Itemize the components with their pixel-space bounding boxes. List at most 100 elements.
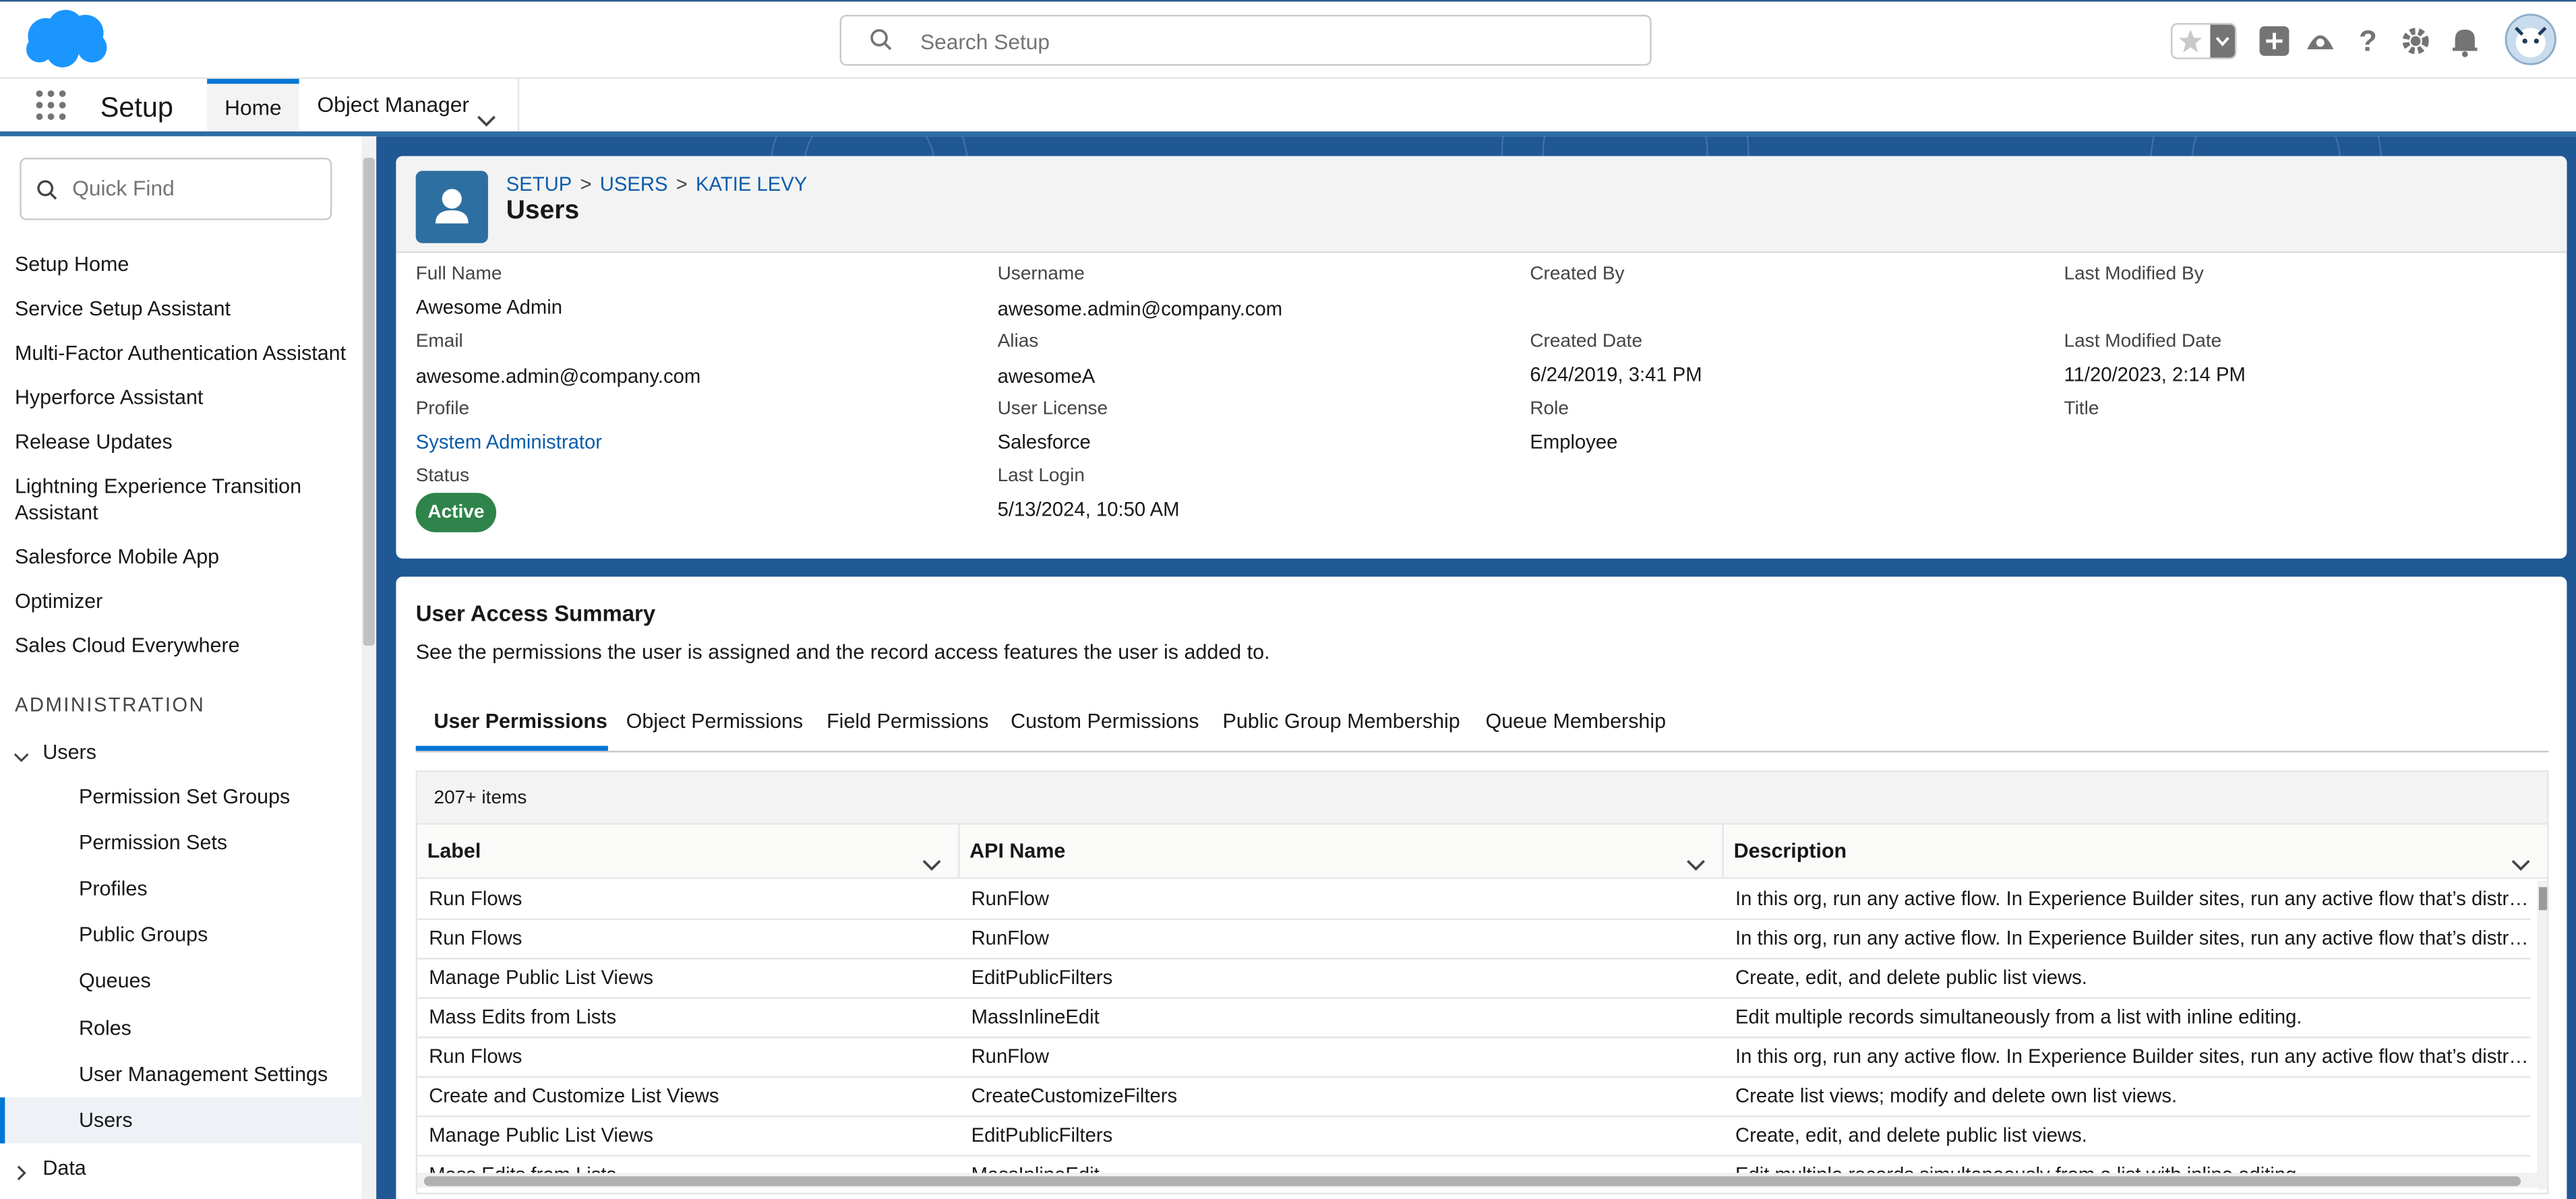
column-header-description[interactable]: Description [1724,825,2547,878]
tab-queue-membership[interactable]: Queue Membership [1486,710,1667,733]
permissions-table: 207+ items Label API Name Description Ru… [415,770,2549,1195]
sidebar-item-selected-highlight [0,1097,362,1144]
breadcrumb: SETUP > USERS > KATIE LEVY [506,173,808,195]
sidebar-item-lightning-transition-assistant[interactable]: Lightning Experience Transition Assistan… [15,473,311,526]
table-row[interactable]: Manage Public List Views EditPublicFilte… [417,958,2531,999]
sidebar-item-users[interactable]: Users [79,1109,133,1132]
sidebar-item-mfa-assistant[interactable]: Multi-Factor Authentication Assistant [15,340,352,367]
column-header-label-text: Label [427,839,481,863]
gear-icon[interactable] [2399,25,2432,58]
app-nav-bar: Setup Home Object Manager [0,79,2576,137]
sidebar-item-queues[interactable]: Queues [79,969,151,992]
help-icon[interactable]: ? [2352,25,2385,58]
search-input[interactable] [917,23,1630,61]
quick-find-box[interactable] [20,158,332,220]
cell-label: Run Flows [429,1045,522,1068]
tab-home-label: Home [224,95,282,120]
table-row[interactable]: Run Flows RunFlow In this org, run any a… [417,919,2531,960]
last-login-label: Last Login [997,466,1085,487]
cell-label: Create and Customize List Views [429,1084,719,1107]
search-icon [36,179,58,209]
bell-icon[interactable] [2449,25,2482,58]
profile-label: Profile [415,399,470,419]
breadcrumb-users[interactable]: USERS [600,173,668,195]
sidebar-item-roles[interactable]: Roles [79,1017,131,1040]
sidebar-item-service-setup-assistant[interactable]: Service Setup Assistant [15,296,352,322]
cell-description: Edit multiple records simultaneously fro… [1735,1005,2302,1028]
tab-object-manager[interactable]: Object Manager [299,79,520,131]
sidebar-item-salesforce-mobile-app[interactable]: Salesforce Mobile App [15,544,352,570]
column-header-api-name[interactable]: API Name [960,824,1724,878]
table-vertical-scrollbar-thumb[interactable] [2538,887,2548,911]
role-value: Employee [1530,430,1618,454]
breadcrumb-setup[interactable]: SETUP [506,173,572,195]
cell-description: In this org, run any active flow. In Exp… [1735,887,2531,911]
role-label: Role [1530,399,1569,419]
cell-description: Create list views; modify and delete own… [1735,1084,2178,1107]
sidebar-item-permission-set-groups[interactable]: Permission Set Groups [79,785,290,808]
chevron-down-icon[interactable] [13,744,30,774]
tab-object-manager-label: Object Manager [317,92,469,117]
cell-description: Create, edit, and delete public list vie… [1735,1124,2087,1147]
salesforce-logo[interactable] [20,8,112,79]
last-modified-date-label: Last Modified Date [2064,332,2222,352]
user-detail-card: SETUP > USERS > KATIE LEVY Users Full Name A… [396,156,2567,559]
cell-label: Run Flows [429,926,522,950]
chevron-right-icon[interactable] [13,1160,30,1190]
sidebar-group-users[interactable]: Users [42,739,361,766]
user-access-summary-card: User Access Summary See the permissions … [396,576,2567,1199]
sidebar-item-sales-cloud-everywhere[interactable]: Sales Cloud Everywhere [15,632,352,658]
tab-custom-permissions[interactable]: Custom Permissions [1011,710,1199,733]
tab-home[interactable]: Home [207,79,299,131]
table-row[interactable]: Run Flows RunFlow In this org, run any a… [417,1037,2531,1078]
section-title: User Access Summary [415,601,656,626]
table-row[interactable]: Run Flows RunFlow In this org, run any a… [417,879,2531,920]
tab-object-permissions[interactable]: Object Permissions [626,710,803,733]
profile-link[interactable]: System Administrator [416,431,602,454]
sidebar-item-hyperforce-assistant[interactable]: Hyperforce Assistant [15,384,352,410]
star-icon[interactable] [2178,28,2204,62]
sidebar-item-permission-sets[interactable]: Permission Sets [79,831,227,854]
table-row[interactable]: Mass Edits from Lists MassInlineEdit Edi… [417,1155,2531,1175]
sidebar-scrollbar-thumb[interactable] [363,158,375,646]
sidebar-item-optimizer[interactable]: Optimizer [15,588,352,615]
avatar[interactable] [2504,13,2557,66]
column-header-label[interactable]: Label [417,824,960,878]
tab-user-permissions[interactable]: User Permissions [434,710,607,733]
table-row[interactable]: Create and Customize List Views CreateCu… [417,1076,2531,1117]
full-name-value: Awesome Admin [415,295,563,319]
active-tab-indicator [415,745,608,751]
breadcrumb-user[interactable]: KATIE LEVY [696,173,807,195]
chevron-down-icon[interactable] [2210,24,2235,58]
created-by-label: Created By [1530,264,1625,284]
sidebar-item-user-management-settings[interactable]: User Management Settings [79,1063,328,1086]
global-search-box[interactable] [839,14,1652,66]
sidebar-item-public-groups[interactable]: Public Groups [79,923,208,946]
app-launcher-icon[interactable] [34,89,67,130]
sidebar-item-profiles[interactable]: Profiles [79,878,148,900]
cell-api-name: EditPublicFilters [971,1124,1113,1147]
alias-value: awesomeA [997,365,1096,388]
table-horizontal-scrollbar-thumb[interactable] [423,1176,2521,1186]
table-row[interactable]: Mass Edits from Lists MassInlineEdit Edi… [417,997,2531,1039]
tab-field-permissions[interactable]: Field Permissions [827,710,988,733]
search-icon [869,28,892,59]
last-modified-by-label: Last Modified By [2064,264,2204,284]
table-vertical-scrollbar[interactable] [2537,880,2548,1190]
tab-public-group-membership[interactable]: Public Group Membership [1223,710,1460,733]
sidebar-group-data[interactable]: Data [42,1155,361,1181]
sidebar-item-release-updates[interactable]: Release Updates [15,429,352,455]
quick-find-input[interactable] [69,174,322,202]
cell-label: Manage Public List Views [429,1124,653,1147]
setup-sidebar: Setup Home Service Setup Assistant Multi… [0,136,362,1199]
table-row[interactable]: Manage Public List Views EditPublicFilte… [417,1115,2531,1157]
permission-tabs: User Permissions Object Permissions Fiel… [415,700,2549,753]
cell-label: Run Flows [429,887,522,911]
sidebar-item-setup-home[interactable]: Setup Home [15,251,352,278]
add-icon[interactable] [2258,25,2291,58]
user-license-value: Salesforce [997,430,1091,454]
app-name: Setup [100,92,174,123]
trailhead-icon[interactable] [2304,25,2337,58]
cell-api-name: RunFlow [971,1045,1050,1068]
cell-label: Mass Edits from Lists [429,1005,617,1028]
